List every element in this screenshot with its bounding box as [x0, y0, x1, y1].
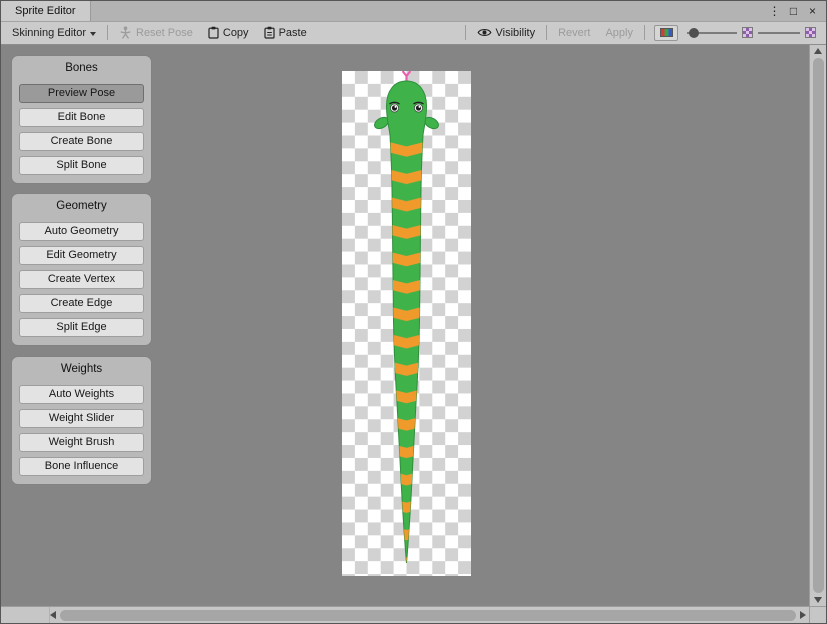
- reset-pose-button[interactable]: Reset Pose: [113, 24, 199, 41]
- revert-label: Revert: [558, 27, 590, 39]
- window-close-icon[interactable]: ×: [805, 4, 820, 19]
- tabbar-spacer: [91, 1, 767, 21]
- toolbar-separator: [107, 25, 108, 40]
- chevron-down-icon: [90, 32, 96, 36]
- visibility-button[interactable]: Visibility: [471, 25, 542, 41]
- toolbar: Skinning Editor Reset Pose Copy: [1, 22, 826, 45]
- copy-icon: [208, 26, 219, 39]
- apply-label: Apply: [605, 27, 633, 39]
- split-edge-button[interactable]: Split Edge: [19, 318, 144, 337]
- color-mode-button[interactable]: [654, 25, 678, 41]
- scroll-down-arrow-icon[interactable]: [814, 597, 822, 603]
- horizontal-scrollbar[interactable]: [1, 606, 809, 623]
- toolbar-separator: [465, 25, 466, 40]
- copy-button[interactable]: Copy: [202, 24, 255, 41]
- rgb-icon: [660, 28, 673, 37]
- vertical-scrollbar-thumb[interactable]: [813, 58, 824, 593]
- window-controls: ⋮ □ ×: [767, 1, 826, 21]
- bones-panel-title: Bones: [19, 60, 144, 76]
- scroll-up-arrow-icon[interactable]: [814, 48, 822, 54]
- mip-slider-track[interactable]: [758, 32, 800, 34]
- eye-icon: [477, 27, 492, 38]
- edit-bone-button[interactable]: Edit Bone: [19, 108, 144, 127]
- revert-button[interactable]: Revert: [552, 25, 596, 41]
- scroll-left-arrow-icon[interactable]: [50, 611, 56, 619]
- reset-pose-icon: [119, 26, 132, 39]
- toolbar-separator: [644, 25, 645, 40]
- horizontal-scrollbar-lead: [4, 607, 50, 623]
- bone-influence-button[interactable]: Bone Influence: [19, 457, 144, 476]
- split-bone-button[interactable]: Split Bone: [19, 156, 144, 175]
- tab-title: Sprite Editor: [15, 5, 76, 17]
- scrollbar-corner: [809, 606, 826, 623]
- auto-geometry-button[interactable]: Auto Geometry: [19, 222, 144, 241]
- scroll-right-arrow-icon[interactable]: [800, 611, 806, 619]
- toolbar-separator: [546, 25, 547, 40]
- mip-low-icon: [742, 27, 753, 38]
- transparency-checkerboard: [342, 71, 471, 576]
- preview-pose-button[interactable]: Preview Pose: [19, 84, 144, 103]
- geometry-panel: Geometry Auto Geometry Edit Geometry Cre…: [11, 193, 152, 346]
- auto-weights-button[interactable]: Auto Weights: [19, 385, 144, 404]
- paste-button[interactable]: Paste: [258, 24, 313, 41]
- weights-panel: Weights Auto Weights Weight Slider Weigh…: [11, 356, 152, 485]
- weights-panel-title: Weights: [19, 361, 144, 377]
- editor-canvas[interactable]: Bones Preview Pose Edit Bone Create Bone…: [1, 45, 809, 606]
- snake-stripes: [342, 133, 471, 563]
- apply-button[interactable]: Apply: [599, 25, 639, 41]
- window-tabbar: Sprite Editor ⋮ □ ×: [1, 1, 826, 22]
- window-menu-icon[interactable]: ⋮: [767, 4, 782, 19]
- mip-high-icon: [805, 27, 816, 38]
- paste-icon: [264, 26, 275, 39]
- weight-brush-button[interactable]: Weight Brush: [19, 433, 144, 452]
- geometry-panel-title: Geometry: [19, 198, 144, 214]
- visibility-label: Visibility: [496, 27, 536, 39]
- sprite-editor-window: Sprite Editor ⋮ □ × Skinning Editor Rese…: [0, 0, 827, 624]
- weight-slider-button[interactable]: Weight Slider: [19, 409, 144, 428]
- zoom-slider-knob[interactable]: [689, 28, 699, 38]
- snake-sprite[interactable]: [342, 71, 471, 576]
- window-maximize-icon[interactable]: □: [786, 4, 801, 19]
- skinning-editor-label: Skinning Editor: [12, 27, 86, 39]
- zoom-slider[interactable]: [687, 26, 737, 40]
- tab-sprite-editor[interactable]: Sprite Editor: [1, 1, 91, 21]
- copy-label: Copy: [223, 27, 249, 39]
- vertical-scrollbar[interactable]: [809, 45, 826, 606]
- create-edge-button[interactable]: Create Edge: [19, 294, 144, 313]
- paste-label: Paste: [279, 27, 307, 39]
- create-bone-button[interactable]: Create Bone: [19, 132, 144, 151]
- skinning-editor-dropdown[interactable]: Skinning Editor: [6, 25, 102, 41]
- horizontal-scrollbar-thumb[interactable]: [60, 610, 796, 621]
- bones-panel: Bones Preview Pose Edit Bone Create Bone…: [11, 55, 152, 184]
- edit-geometry-button[interactable]: Edit Geometry: [19, 246, 144, 265]
- reset-pose-label: Reset Pose: [136, 27, 193, 39]
- create-vertex-button[interactable]: Create Vertex: [19, 270, 144, 289]
